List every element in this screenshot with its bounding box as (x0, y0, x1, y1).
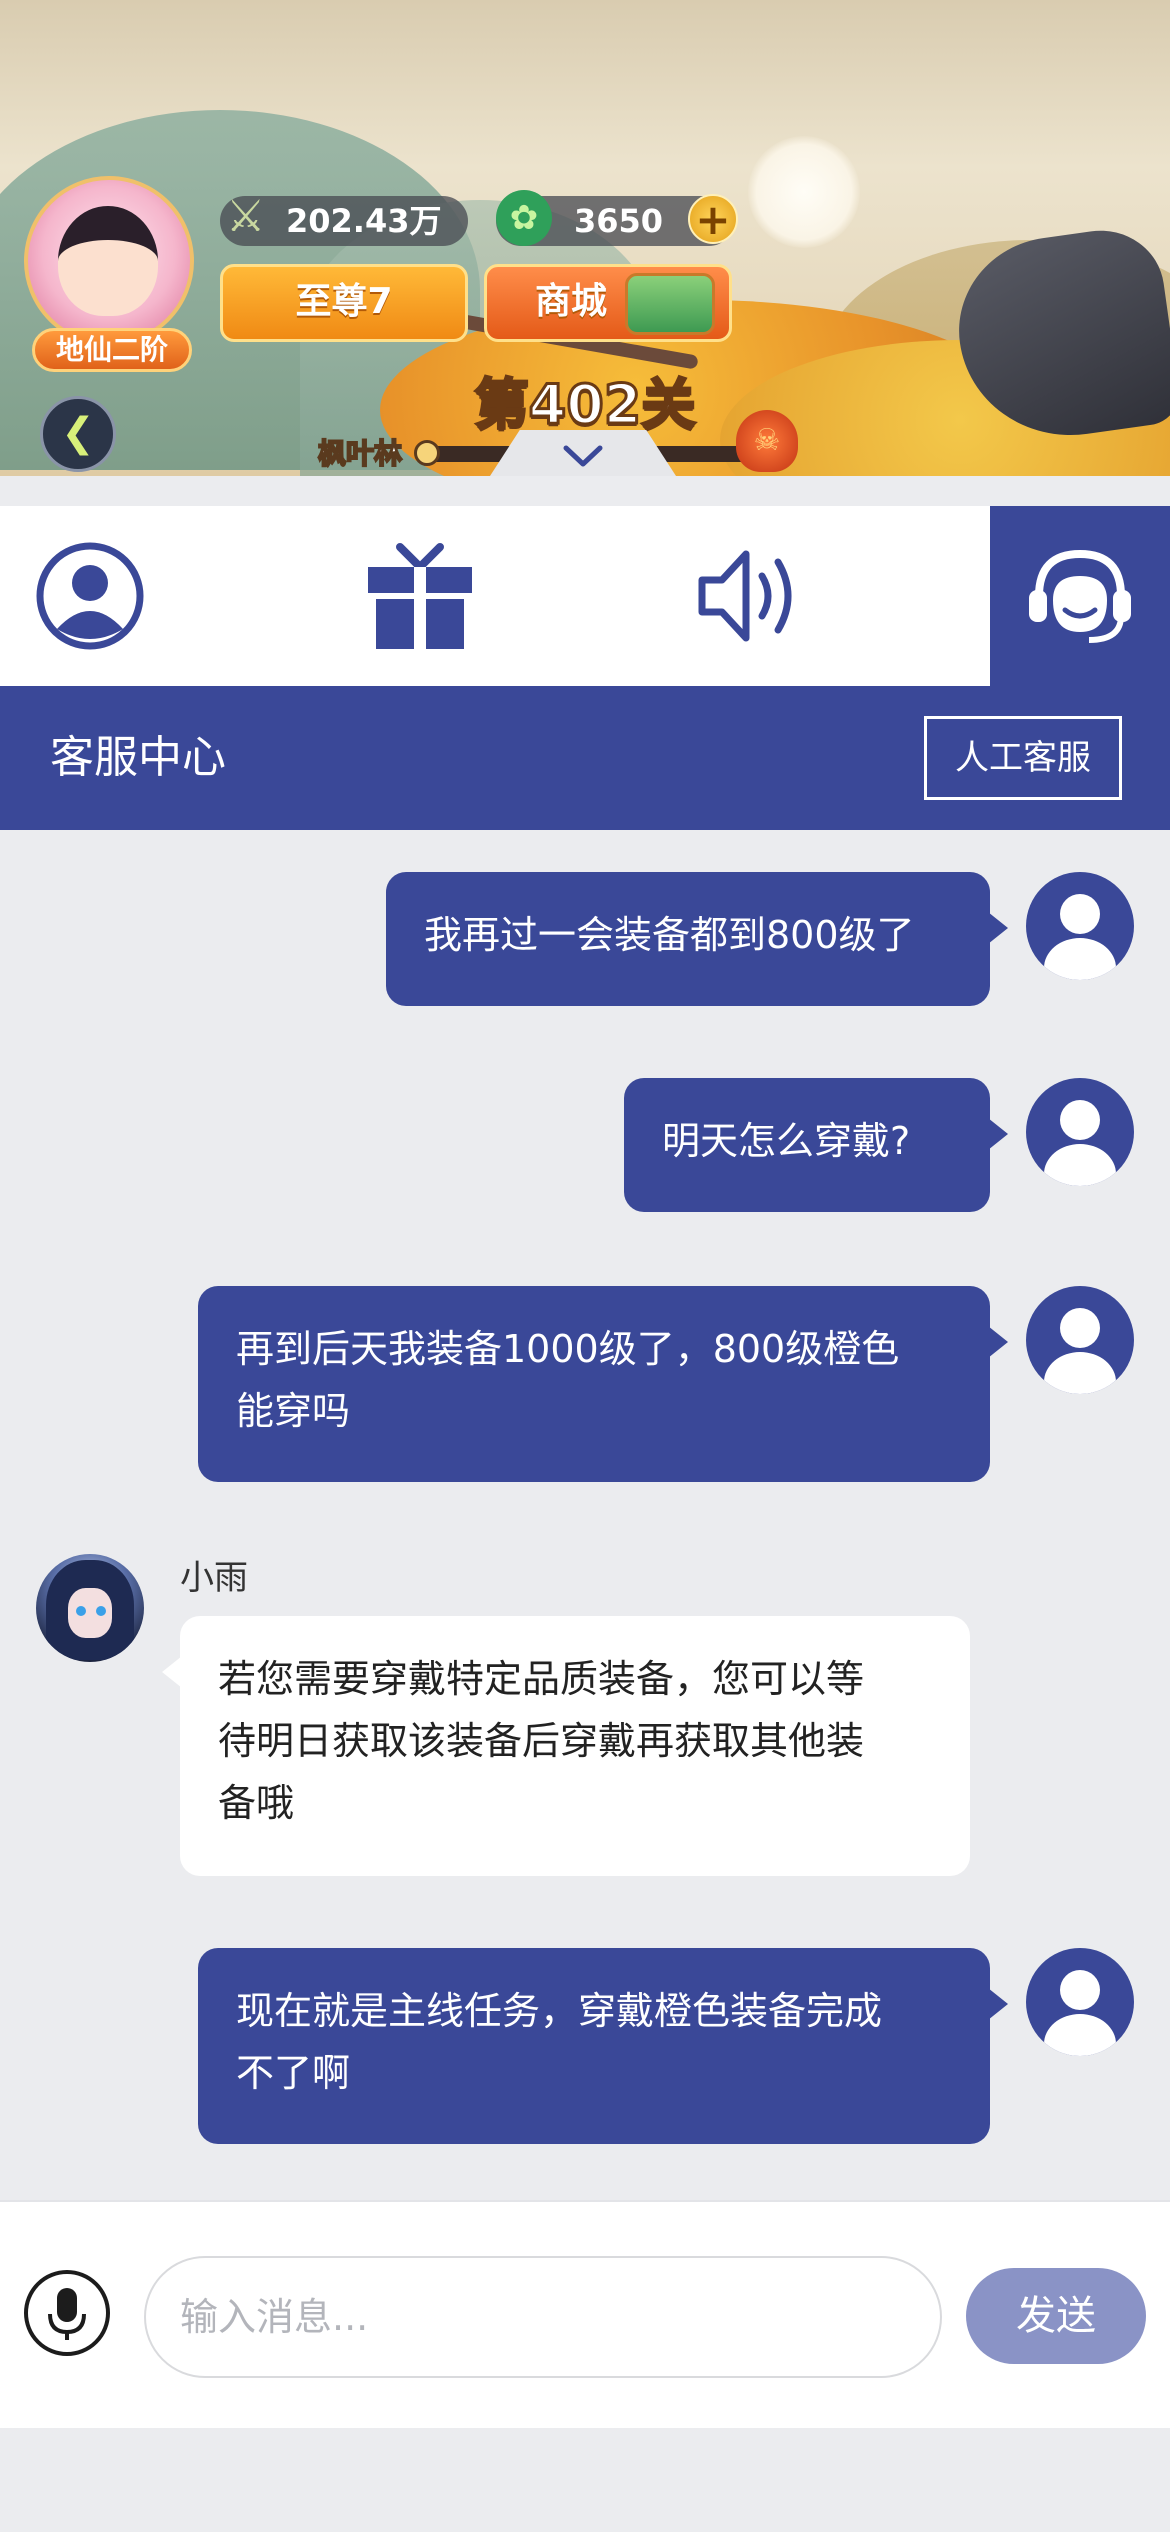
headset-support-icon (1029, 549, 1131, 643)
crossed-swords-icon: ⚔ (226, 191, 266, 242)
tab-bar (0, 506, 1170, 686)
jade-dragon-icon: ✿ (496, 190, 552, 246)
message-text-line: 若您需要穿戴特定品质装备，您可以等 (218, 1657, 865, 1701)
shop-label: 商城 (535, 281, 608, 322)
message-text-line: 现在就是主线任务，穿戴橙色装备完成 (236, 1989, 883, 2033)
message-input-bar: 发送 (0, 2200, 1170, 2428)
shop-button[interactable]: 商城 (484, 264, 732, 342)
message-input[interactable] (144, 2256, 942, 2378)
game-banner: 地仙二阶 ❮ ⚔ 202.43万 ✿ 3650 + 至尊7 商城 第402关 枫… (0, 0, 1170, 476)
tab-sound[interactable] (660, 506, 840, 686)
boss-icon: ☠ (736, 410, 798, 472)
user-circle-icon (36, 542, 144, 650)
chevron-down-icon[interactable] (560, 436, 606, 476)
spacer (0, 476, 1170, 506)
tab-gift[interactable] (330, 506, 510, 686)
agent-avatar (36, 1554, 144, 1662)
agent-name: 小雨 (180, 1558, 248, 1598)
microphone-icon (48, 2288, 86, 2340)
combat-power: ⚔ 202.43万 (220, 192, 468, 246)
customer-service-header: 客服中心 人工客服 (0, 686, 1170, 830)
user-message-bubble: 我再过一会装备都到800级了 (386, 872, 1008, 1006)
vip-button[interactable]: 至尊7 (220, 264, 468, 342)
vip-label: 至尊7 (295, 281, 393, 322)
gift-icon (368, 543, 472, 649)
message-text-line: 再到后天我装备1000级了，800级橙色 (236, 1327, 900, 1371)
user-avatar (1026, 1948, 1134, 2056)
stage-name: 枫叶林 (317, 436, 403, 471)
user-avatar (1026, 872, 1134, 980)
message-text-line: 备哦 (218, 1781, 295, 1825)
human-service-button[interactable]: 人工客服 (924, 716, 1122, 800)
page-title: 客服中心 (50, 732, 226, 783)
message-text-line: 不了啊 (236, 2051, 351, 2095)
currency: ✿ 3650 + (496, 190, 738, 246)
user-message-bubble: 现在就是主线任务，穿戴橙色装备完成 不了啊 (198, 1948, 1008, 2144)
back-arrow-icon[interactable]: ❮ (40, 396, 116, 472)
message-text-line: 能穿吗 (236, 1389, 351, 1433)
sun-decoration (748, 136, 860, 248)
treasure-chest-icon (625, 273, 715, 335)
tab-customer-service[interactable] (990, 506, 1170, 686)
add-currency-icon[interactable]: + (688, 194, 738, 244)
agent-message-bubble: 若您需要穿戴特定品质装备，您可以等 待明日获取该装备后穿戴再获取其他装 备哦 (162, 1616, 970, 1876)
user-message-bubble: 明天怎么穿戴? (624, 1078, 1008, 1212)
message-text-line: 待明日获取该装备后穿戴再获取其他装 (218, 1719, 865, 1763)
currency-value: 3650 (574, 202, 664, 240)
tab-profile[interactable] (0, 506, 180, 686)
message-text: 明天怎么穿戴? (662, 1119, 911, 1163)
voice-input-button[interactable] (24, 2270, 110, 2356)
user-avatar (1026, 1078, 1134, 1186)
player-avatar-face (58, 206, 158, 316)
level-title: 第402关 (473, 372, 697, 438)
speaker-icon (698, 550, 792, 642)
rank-badge: 地仙二阶 (32, 328, 192, 372)
bottom-spacer (0, 2428, 1170, 2532)
send-button[interactable]: 发送 (966, 2268, 1146, 2364)
user-message-bubble: 再到后天我装备1000级了，800级橙色 能穿吗 (198, 1286, 1008, 1482)
message-text: 我再过一会装备都到800级了 (424, 913, 915, 957)
stage-progress-marker (413, 440, 440, 466)
user-avatar (1026, 1286, 1134, 1394)
combat-power-value: 202.43万 (286, 202, 442, 240)
